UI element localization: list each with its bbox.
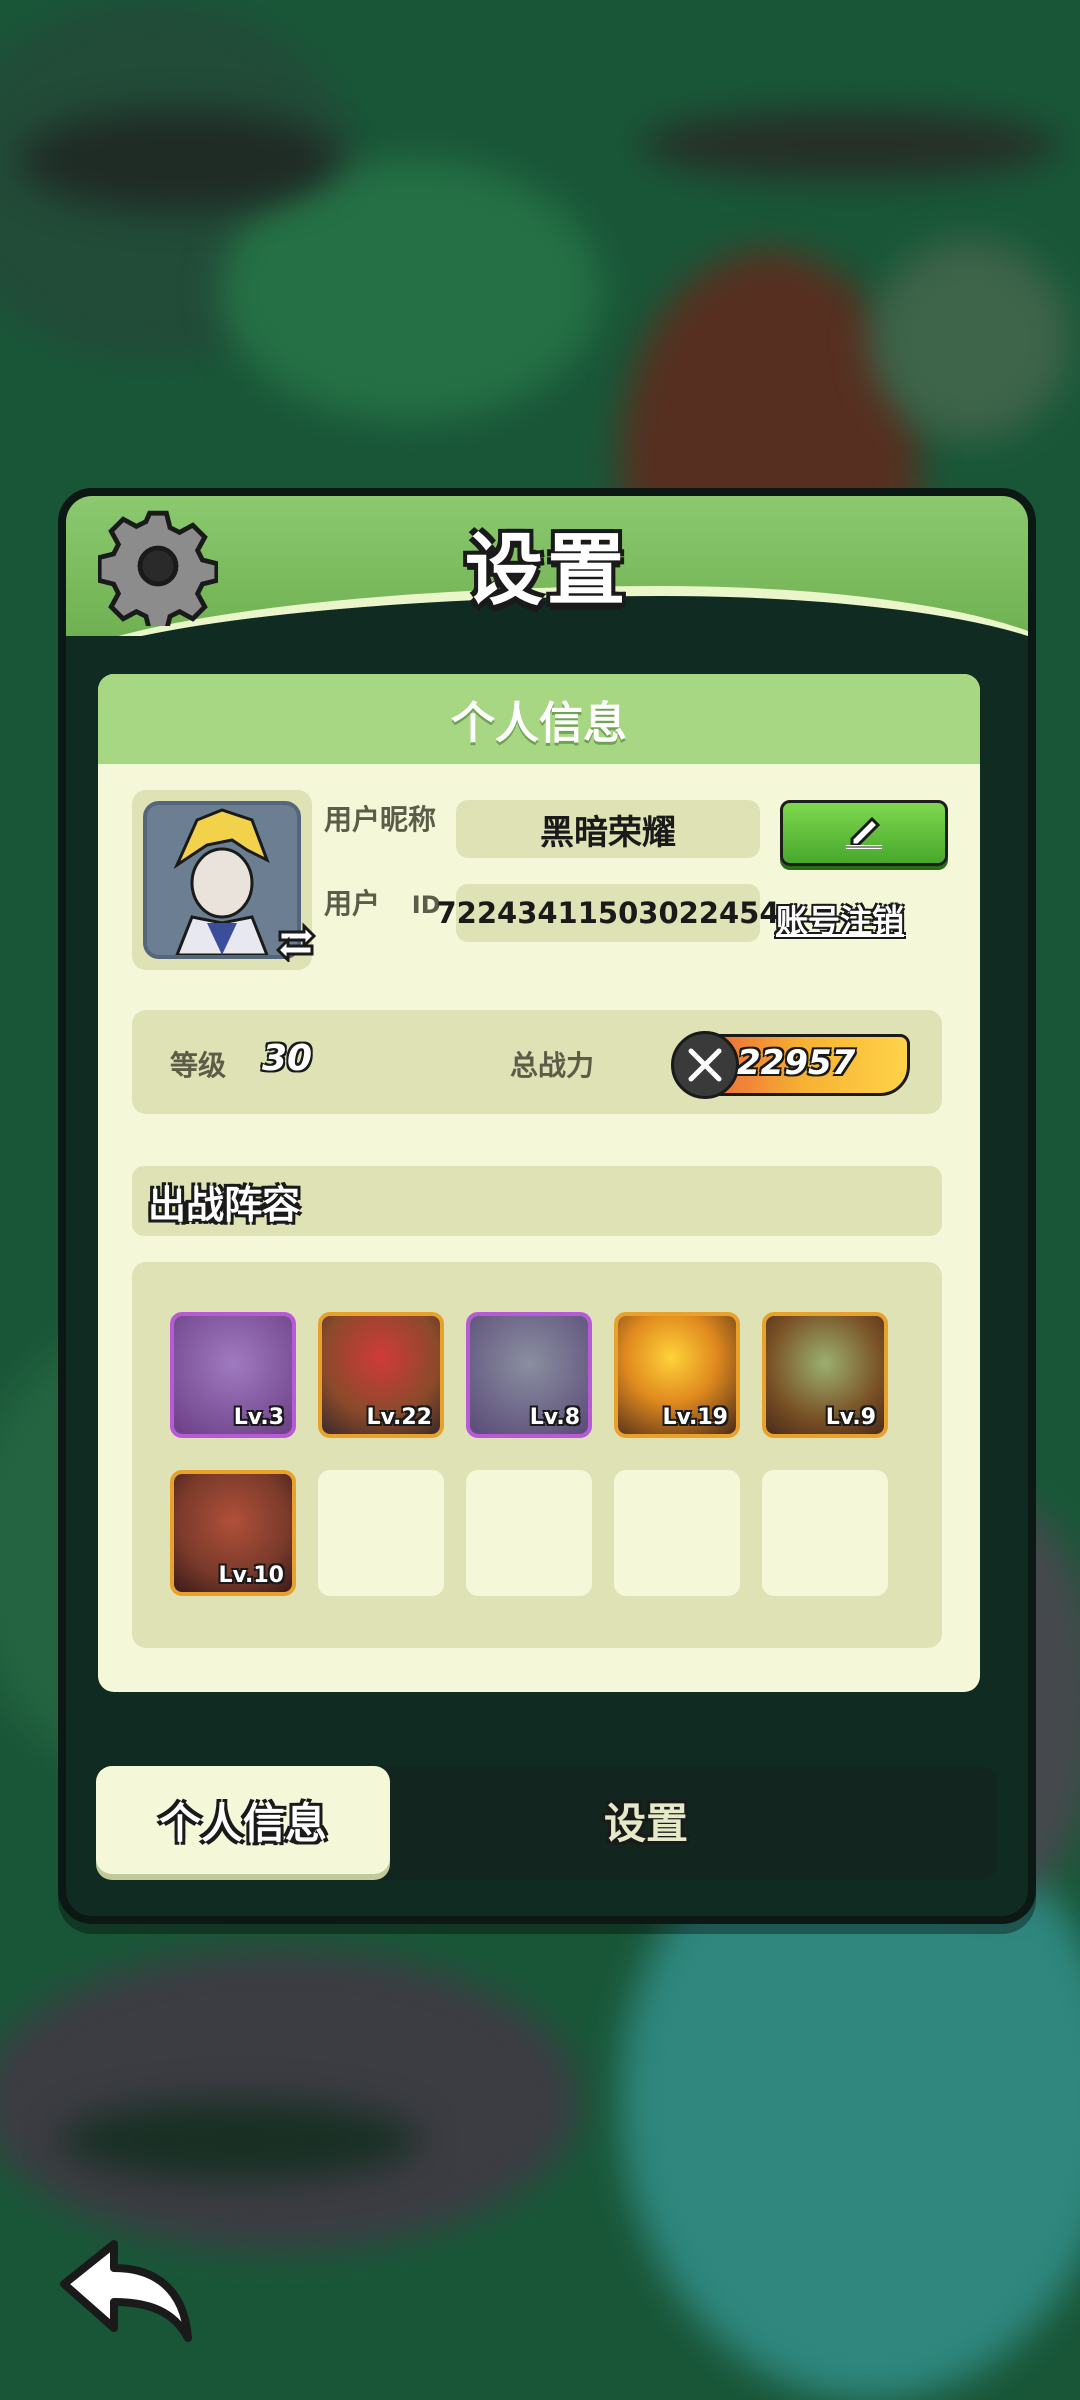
- hero-slot-6[interactable]: Lv.10: [170, 1470, 296, 1596]
- cancel-account-link[interactable]: 账号注销: [776, 896, 904, 942]
- stats-row: 等级 30 总战力 22957: [132, 1010, 942, 1114]
- nickname-field: 黑暗荣耀: [456, 800, 760, 858]
- swap-arrows-icon[interactable]: [274, 918, 318, 966]
- power-value: 22957: [737, 1043, 856, 1083]
- profile-card: 个人信息 用户昵称 黑暗荣耀 用户 ID 72243411503022454 账…: [98, 674, 980, 1692]
- hero-slot-1[interactable]: Lv.3: [170, 1312, 296, 1438]
- hero-level: Lv.8: [529, 1405, 580, 1430]
- hero-level: Lv.19: [662, 1405, 728, 1430]
- back-arrow-icon: [56, 2240, 196, 2350]
- crossed-swords-icon: [671, 1031, 739, 1099]
- hero-slot-2[interactable]: Lv.22: [318, 1312, 444, 1438]
- edit-nickname-button[interactable]: [780, 800, 948, 866]
- hero-slot-3[interactable]: Lv.8: [466, 1312, 592, 1438]
- user-id-field: 72243411503022454: [436, 884, 780, 942]
- power-badge: 22957: [671, 1031, 910, 1099]
- nickname-label: 用户昵称: [324, 803, 437, 836]
- empty-hero-slot[interactable]: [318, 1470, 444, 1596]
- back-button[interactable]: [56, 2236, 196, 2346]
- hero-level: Lv.22: [366, 1405, 432, 1430]
- lineup-grid: Lv.3 Lv.22 Lv.8 Lv.19 Lv.9 Lv.10: [132, 1262, 942, 1648]
- hero-level: Lv.3: [233, 1405, 284, 1430]
- lineup-title: 出战阵容: [132, 1166, 942, 1236]
- profile-section-title: 个人信息: [98, 674, 980, 764]
- hero-level: Lv.9: [825, 1405, 876, 1430]
- hero-level: Lv.10: [218, 1563, 284, 1588]
- hero-slot-4[interactable]: Lv.19: [614, 1312, 740, 1438]
- panel-title: 设置: [464, 526, 629, 616]
- avatar-frame[interactable]: [132, 790, 317, 970]
- settings-panel: 设置 个人信息 用户昵称 黑暗荣耀 用户 ID 7224341150302245…: [58, 488, 1036, 1924]
- level-label: 等级: [170, 1049, 227, 1082]
- panel-header: 设置: [66, 496, 1028, 636]
- empty-hero-slot[interactable]: [614, 1470, 740, 1596]
- panel-tab-bar: 个人信息 设置: [96, 1766, 998, 1880]
- tab-settings[interactable]: 设置: [516, 1766, 776, 1874]
- user-id-label: 用户 ID: [324, 882, 441, 922]
- empty-hero-slot[interactable]: [466, 1470, 592, 1596]
- level-value: 30: [262, 1038, 313, 1079]
- empty-hero-slot[interactable]: [762, 1470, 888, 1596]
- power-label: 总战力: [510, 1049, 595, 1082]
- hero-slot-5[interactable]: Lv.9: [762, 1312, 888, 1438]
- pencil-icon: [842, 811, 886, 855]
- user-id-label-text: 用户: [324, 887, 381, 920]
- tab-profile[interactable]: 个人信息: [96, 1766, 390, 1874]
